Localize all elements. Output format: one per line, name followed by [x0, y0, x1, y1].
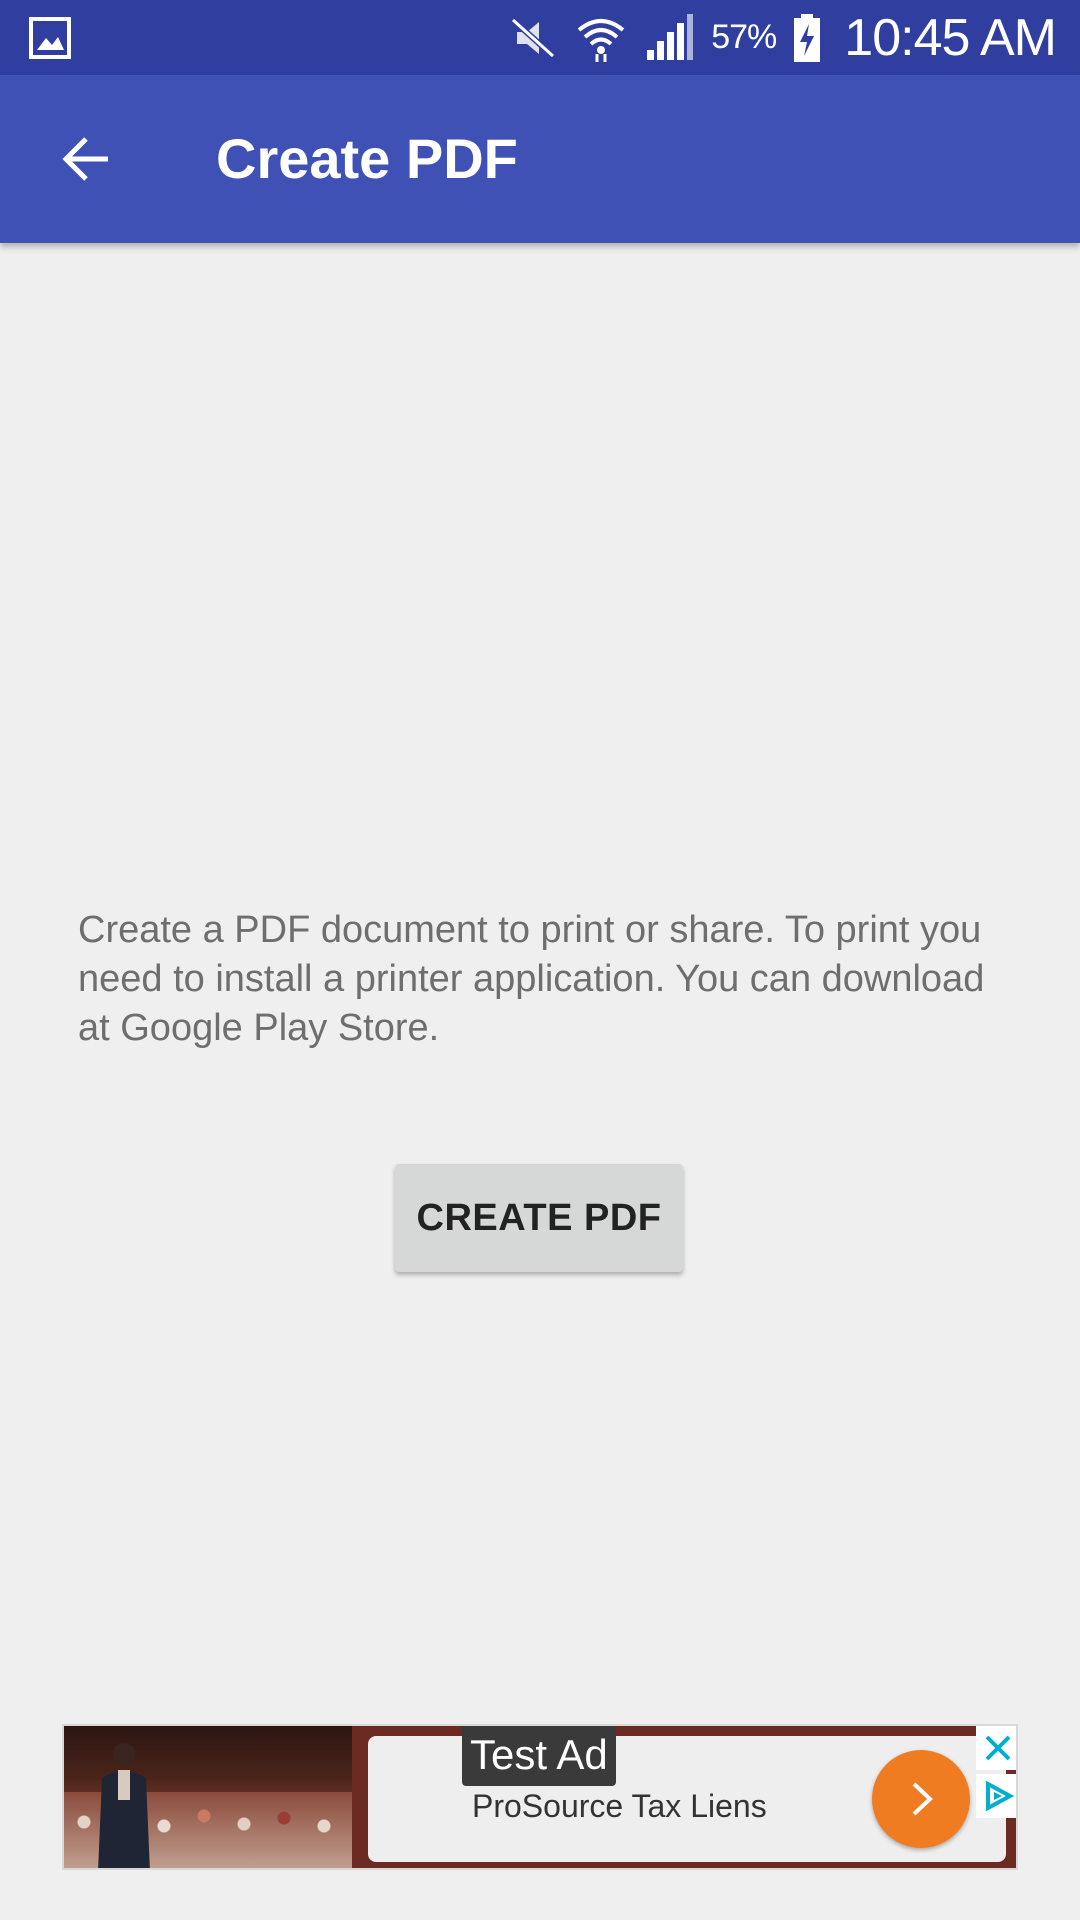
ad-text[interactable]: ProSource Tax Liens [472, 1786, 767, 1826]
ad-close-icon [985, 1735, 1011, 1761]
ad-image [64, 1726, 352, 1868]
arrow-back-icon [62, 137, 108, 181]
ad-banner[interactable]: Test Ad ProSource Tax Liens [62, 1724, 1018, 1870]
ad-choices-icon [986, 1780, 1014, 1812]
chevron-right-icon [912, 1782, 933, 1816]
ad-open-button[interactable] [872, 1750, 970, 1848]
gallery-notification-icon [28, 16, 72, 60]
status-icons: 57% 10:45 AM [507, 0, 1057, 75]
description-text: Create a PDF document to print or share.… [78, 909, 985, 1049]
wifi-icon [575, 12, 627, 64]
battery-charging-icon [792, 12, 822, 64]
create-pdf-button[interactable]: CREATE PDF [395, 1164, 683, 1272]
mute-icon [507, 12, 559, 64]
clock: 10:45 AM [844, 8, 1057, 67]
ad-close-button[interactable] [976, 1726, 1016, 1770]
back-button[interactable] [40, 113, 132, 205]
signal-icon [643, 12, 695, 64]
app-bar: Create PDF [0, 75, 1080, 243]
ad-label: Test Ad [462, 1726, 616, 1786]
battery-percent: 57% [711, 18, 777, 56]
ad-choices-button[interactable] [976, 1774, 1016, 1818]
page-title: Create PDF [216, 127, 518, 190]
ad-image-speaker [98, 1743, 150, 1868]
status-bar: 57% 10:45 AM [0, 0, 1080, 75]
